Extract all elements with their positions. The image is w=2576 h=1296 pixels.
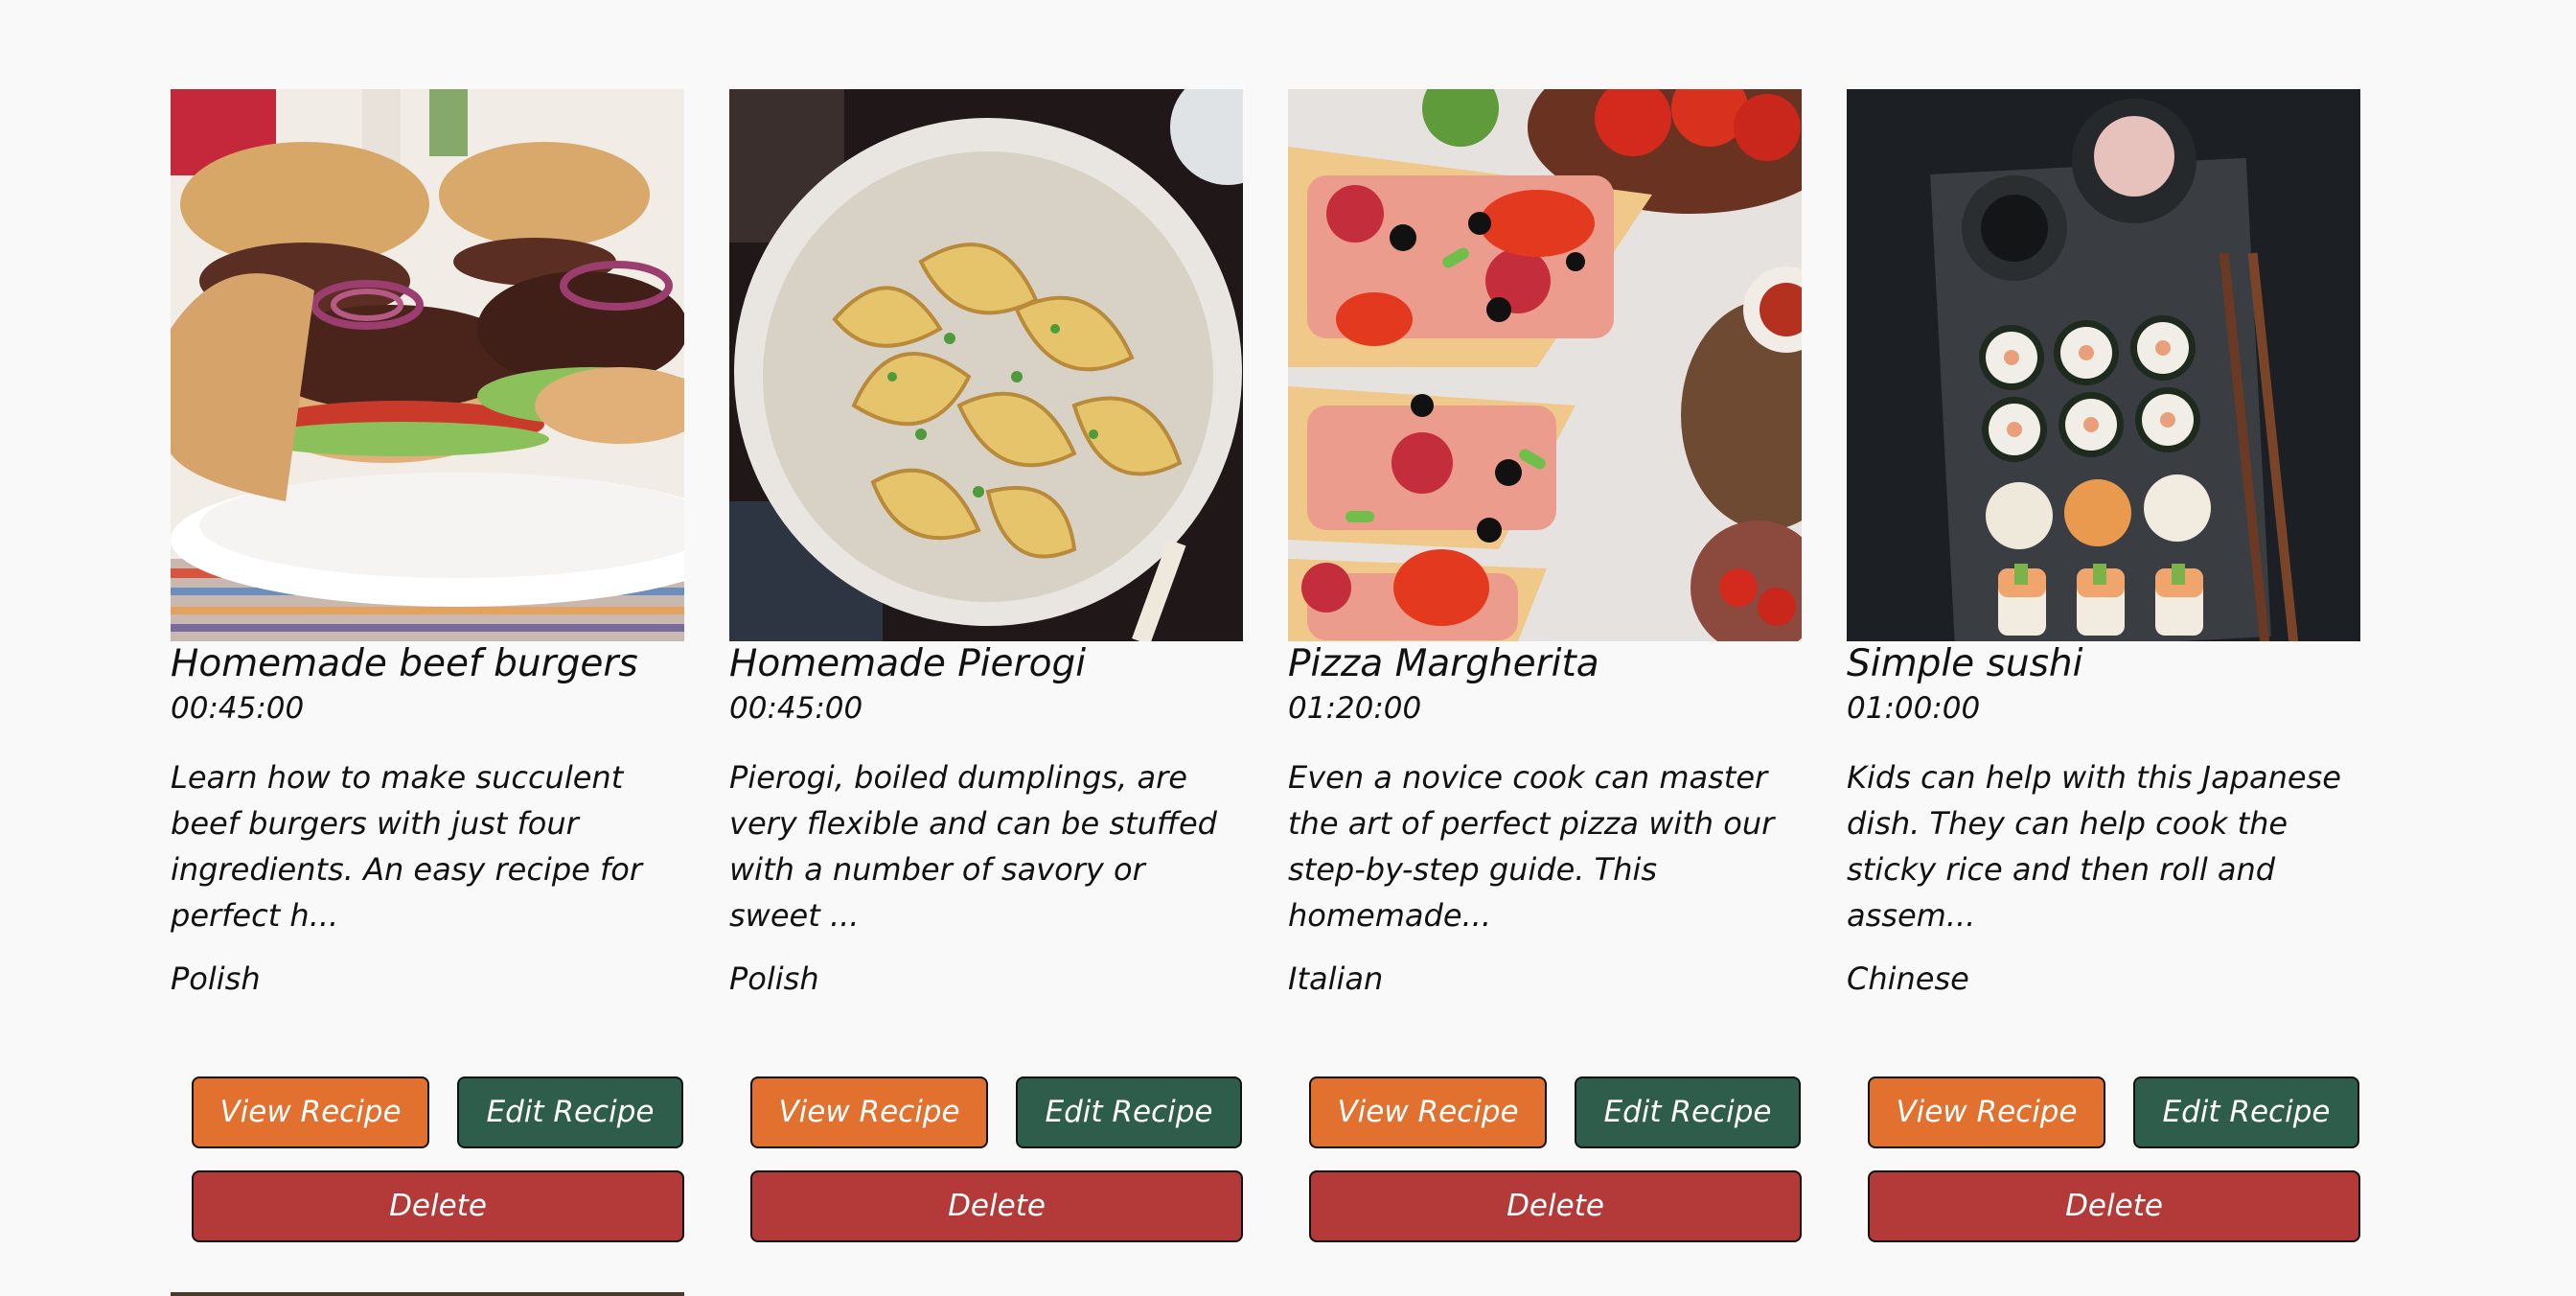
recipe-time: 00:45:00	[171, 691, 305, 726]
recipe-description: Even a novice cook can master the art of…	[1288, 759, 1775, 934]
recipe-time: 01:00:00	[1847, 691, 1981, 726]
edit-recipe-button[interactable]: Edit Recipe	[1575, 1076, 1801, 1148]
edit-recipe-button[interactable]: Edit Recipe	[457, 1076, 683, 1148]
view-recipe-button[interactable]: View Recipe	[1868, 1076, 2105, 1148]
delete-button[interactable]: Delete	[750, 1170, 1243, 1242]
recipe-time: 01:20:00	[1288, 691, 1422, 726]
recipe-title: Homemade Pierogi	[729, 642, 1087, 685]
recipe-cuisine: Polish	[729, 960, 819, 997]
delete-button[interactable]: Delete	[1868, 1170, 2360, 1242]
delete-button[interactable]: Delete	[192, 1170, 684, 1242]
edit-recipe-button[interactable]: Edit Recipe	[1016, 1076, 1242, 1148]
next-recipe-card-edge	[171, 1292, 684, 1296]
edit-recipe-button[interactable]: Edit Recipe	[2133, 1076, 2359, 1148]
delete-button[interactable]: Delete	[1309, 1170, 1802, 1242]
recipe-description: Pierogi, boiled dumplings, are very flex…	[729, 759, 1217, 934]
view-recipe-button[interactable]: View Recipe	[1309, 1076, 1547, 1148]
recipe-cuisine: Chinese	[1847, 960, 1969, 997]
recipe-card: Homemade beef burgers 00:45:00 Learn how…	[171, 89, 684, 1002]
recipe-cuisine: Italian	[1288, 960, 1384, 997]
recipe-description: Learn how to make succulent beef burgers…	[171, 759, 642, 934]
view-recipe-button[interactable]: View Recipe	[750, 1076, 988, 1148]
recipe-card: Pizza Margherita 01:20:00 Even a novice …	[1288, 89, 1802, 1002]
recipe-card: Simple sushi 01:00:00 Kids can help with…	[1847, 89, 2360, 1002]
view-recipe-button[interactable]: View Recipe	[192, 1076, 429, 1148]
beef-burgers-photo	[171, 89, 684, 641]
sushi-photo	[1847, 89, 2360, 641]
recipe-grid: Homemade beef burgers 00:45:00 Learn how…	[0, 0, 2576, 1296]
recipe-title: Simple sushi	[1847, 642, 2083, 685]
recipe-time: 00:45:00	[729, 691, 863, 726]
recipe-title: Homemade beef burgers	[171, 642, 638, 685]
recipe-cuisine: Polish	[171, 960, 261, 997]
recipe-card: Homemade Pierogi 00:45:00 Pierogi, boile…	[729, 89, 1243, 1002]
recipe-title: Pizza Margherita	[1288, 642, 1599, 685]
recipe-description: Kids can help with this Japanese dish. T…	[1847, 759, 2341, 934]
pierogi-photo	[729, 89, 1243, 641]
pizza-photo	[1288, 89, 1802, 641]
